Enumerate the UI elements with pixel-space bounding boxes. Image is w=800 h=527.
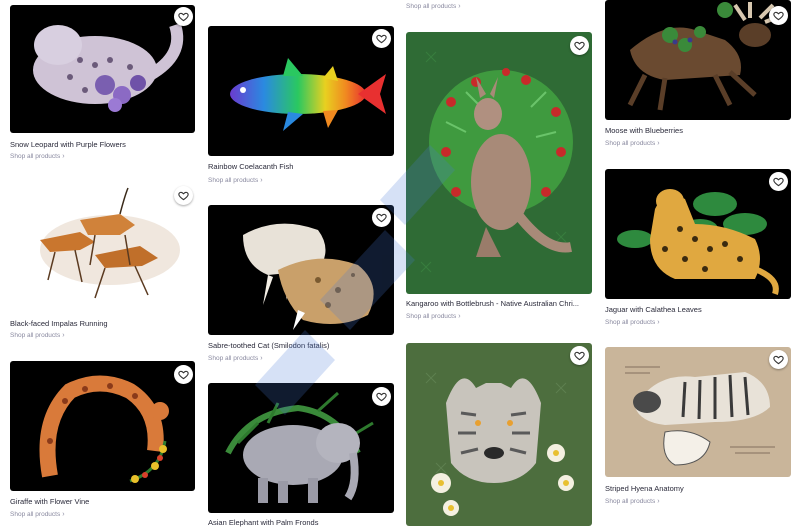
hyena-flowers-illustration xyxy=(425,372,574,516)
product-title[interactable]: Sabre-toothed Cat (Smilodon fatalis) xyxy=(208,341,394,350)
favorite-heart-icon[interactable] xyxy=(570,36,589,55)
shop-all-products-link[interactable]: Shop all products › xyxy=(10,511,65,518)
impalas-illustration xyxy=(40,187,180,299)
shop-link-label: Shop all products xyxy=(10,511,61,518)
chevron-right-icon: › xyxy=(260,177,263,184)
favorite-heart-icon[interactable] xyxy=(570,346,589,365)
product-title[interactable]: Snow Leopard with Purple Flowers xyxy=(10,140,195,149)
favorite-heart-icon[interactable] xyxy=(372,29,391,48)
shop-all-products-link[interactable]: Shop all products › xyxy=(10,332,65,339)
jaguar-illustration xyxy=(617,189,779,295)
elephant-illustration xyxy=(225,391,374,503)
product-title[interactable]: Jaguar with Calathea Leaves xyxy=(605,305,791,314)
product-image-snow-leopard[interactable] xyxy=(10,5,195,133)
coelacanth-illustration xyxy=(230,58,386,131)
product-title[interactable]: Giraffe with Flower Vine xyxy=(10,497,195,506)
product-title[interactable]: Striped Hyena Anatomy xyxy=(605,484,791,493)
favorite-heart-icon[interactable] xyxy=(372,208,391,227)
shop-link-label: Shop all products xyxy=(406,3,457,10)
product-image-coelacanth[interactable] xyxy=(208,26,394,156)
product-image-elephant[interactable] xyxy=(208,383,394,513)
shop-link-label: Shop all products xyxy=(605,498,656,505)
shop-all-products-link[interactable]: Shop all products › xyxy=(605,498,660,505)
chevron-right-icon: › xyxy=(657,319,660,326)
chevron-right-icon: › xyxy=(657,498,660,505)
favorite-heart-icon[interactable] xyxy=(174,186,193,205)
favorite-heart-icon[interactable] xyxy=(769,172,788,191)
favorite-heart-icon[interactable] xyxy=(769,6,788,25)
shop-link-label: Shop all products xyxy=(208,177,259,184)
shop-all-products-link[interactable]: Shop all products › xyxy=(605,319,660,326)
shop-link-label: Shop all products xyxy=(208,355,259,362)
product-title[interactable]: Kangaroo with Bottlebrush - Native Austr… xyxy=(406,299,592,308)
favorite-heart-icon[interactable] xyxy=(174,7,193,26)
hyena-anatomy-illustration xyxy=(625,366,775,466)
product-title[interactable]: Rainbow Coelacanth Fish xyxy=(208,162,394,171)
product-image-sabre-tooth[interactable] xyxy=(208,205,394,335)
favorite-heart-icon[interactable] xyxy=(769,350,788,369)
shop-link-label: Shop all products xyxy=(10,332,61,339)
product-image-jaguar[interactable] xyxy=(605,169,791,299)
product-title[interactable]: Moose with Blueberries xyxy=(605,126,791,135)
shop-all-products-link[interactable]: Shop all products › xyxy=(208,355,263,362)
shop-link-label: Shop all products xyxy=(406,313,457,320)
chevron-right-icon: › xyxy=(458,313,461,320)
giraffe-illustration xyxy=(39,375,169,483)
shop-all-products-link[interactable]: Shop all products › xyxy=(10,153,65,160)
shop-all-products-link[interactable]: Shop all products › xyxy=(406,313,461,320)
chevron-right-icon: › xyxy=(62,332,65,339)
product-title[interactable]: Black-faced Impalas Running xyxy=(10,319,195,328)
chevron-right-icon: › xyxy=(458,3,461,10)
product-image-hyena-anatomy[interactable] xyxy=(605,347,791,477)
chevron-right-icon: › xyxy=(62,511,65,518)
moose-illustration xyxy=(627,2,784,111)
shop-link-label: Shop all products xyxy=(10,153,61,160)
kangaroo-illustration xyxy=(420,51,573,273)
chevron-right-icon: › xyxy=(62,153,65,160)
shop-link-label: Shop all products xyxy=(605,140,656,147)
product-image-moose[interactable] xyxy=(605,0,791,120)
favorite-heart-icon[interactable] xyxy=(174,365,193,384)
favorite-heart-icon[interactable] xyxy=(372,387,391,406)
shop-link-label: Shop all products xyxy=(605,319,656,326)
shop-all-products-link[interactable]: Shop all products › xyxy=(605,140,660,147)
chevron-right-icon: › xyxy=(260,355,263,362)
product-image-kangaroo[interactable] xyxy=(406,32,592,294)
sabre-tooth-illustration xyxy=(243,223,374,330)
product-image-impalas[interactable] xyxy=(10,180,195,308)
shop-all-products-link[interactable]: Shop all products › xyxy=(208,177,263,184)
product-image-hyena-flowers[interactable] xyxy=(406,343,592,526)
product-image-giraffe[interactable] xyxy=(10,361,195,491)
chevron-right-icon: › xyxy=(657,140,660,147)
shop-all-products-link[interactable]: Shop all products › xyxy=(406,3,461,10)
snow-leopard-illustration xyxy=(33,23,184,112)
